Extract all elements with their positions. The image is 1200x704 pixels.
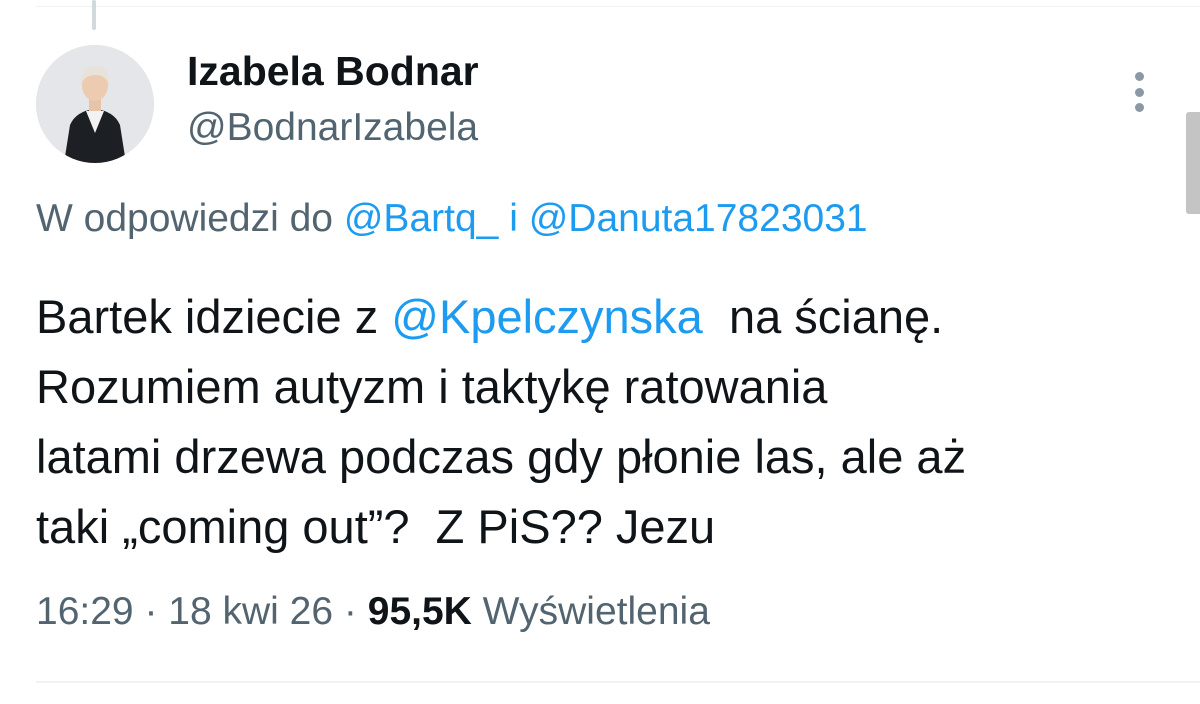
tweet-metadata: 16:29 · 18 kwi 26 · 95,5K Wyświetlenia xyxy=(36,590,710,634)
tweet-line-3: latami drzewa podczas gdy płonie las, al… xyxy=(36,430,967,483)
more-options-button[interactable] xyxy=(1128,72,1150,112)
more-horizontal-icon xyxy=(1134,72,1144,81)
scrollbar-thumb[interactable] xyxy=(1186,112,1200,214)
bottom-divider xyxy=(36,681,1200,683)
thread-connector-line xyxy=(92,0,96,30)
more-horizontal-icon-dot xyxy=(1134,87,1144,97)
tweet-time[interactable]: 16:29 xyxy=(36,590,134,633)
reply-joiner: i xyxy=(509,197,518,240)
avatar[interactable] xyxy=(36,45,154,163)
views-label: Wyświetlenia xyxy=(482,590,710,633)
views-count[interactable]: 95,5K xyxy=(368,590,472,633)
meta-separator: · xyxy=(343,590,357,633)
reply-mention-danuta[interactable]: @Danuta17823031 xyxy=(529,197,868,240)
meta-separator: · xyxy=(144,590,158,633)
more-horizontal-icon-dot xyxy=(1134,103,1144,112)
author-handle[interactable]: @BodnarIzabela xyxy=(187,106,478,150)
avatar-image xyxy=(36,45,154,163)
reply-context: W odpowiedzi do @Bartq_ i @Danuta1782303… xyxy=(36,197,868,241)
top-divider xyxy=(36,6,1200,7)
tweet-mention-kpelczynska[interactable]: @Kpelczynska xyxy=(391,290,703,343)
author-display-name[interactable]: Izabela Bodnar xyxy=(187,48,479,95)
reply-prefix: W odpowiedzi do xyxy=(36,197,333,240)
tweet-date[interactable]: 18 kwi 26 xyxy=(168,590,333,633)
tweet-line-4: taki „coming out”? Z PiS?? Jezu xyxy=(36,500,716,553)
tweet-line-2: Rozumiem autyzm i taktykę ratowania xyxy=(36,360,828,413)
tweet-line-1: Bartek idziecie z @Kpelczynska na ścianę… xyxy=(36,282,1166,352)
tweet-text: Bartek idziecie z @Kpelczynska na ścianę… xyxy=(36,282,1166,562)
tweet-text-segment: Bartek idziecie z xyxy=(36,290,392,343)
tweet-text-segment: na ścianę. xyxy=(702,290,944,343)
reply-mention-bartq[interactable]: @Bartq_ xyxy=(344,197,499,240)
